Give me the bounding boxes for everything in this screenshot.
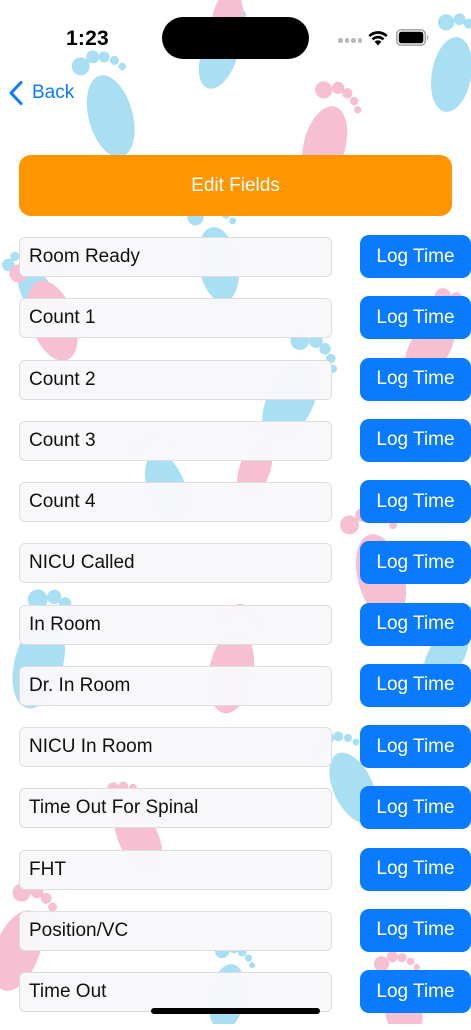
battery-icon <box>396 29 429 46</box>
field-label[interactable]: In Room <box>19 604 332 645</box>
field-label[interactable]: Room Ready <box>19 237 332 277</box>
cellular-signal-icon <box>338 38 362 43</box>
back-button[interactable]: Back <box>8 76 74 110</box>
log-time-button[interactable]: Log Time <box>360 725 471 768</box>
list-item: NICU In Room Log Time <box>0 724 471 785</box>
log-time-button[interactable]: Log Time <box>360 786 471 830</box>
field-label[interactable]: Time Out <box>19 972 332 1012</box>
list-item: FHT Log Time <box>0 847 471 908</box>
back-label: Back <box>32 82 75 103</box>
wifi-icon <box>368 31 388 46</box>
log-time-button[interactable]: Log Time <box>360 970 471 1013</box>
field-label[interactable]: Position/VC <box>19 910 332 951</box>
field-label[interactable]: FHT <box>19 849 332 890</box>
list-item: NICU Called Log Time <box>0 540 471 601</box>
list-item: Count 4 Log Time <box>0 479 471 540</box>
log-time-list: Room Ready Log Time Count 1 Log Time Cou… <box>0 234 471 1030</box>
field-label[interactable]: NICU In Room <box>19 727 332 767</box>
field-label[interactable]: NICU Called <box>19 543 332 584</box>
list-item: Dr. In Room Log Time <box>0 663 471 724</box>
list-item: Count 1 Log Time <box>0 295 471 356</box>
list-item: In Room Log Time <box>0 602 471 663</box>
list-item: Count 2 Log Time <box>0 357 471 418</box>
log-time-button[interactable]: Log Time <box>360 480 471 523</box>
log-time-button[interactable]: Log Time <box>360 235 471 278</box>
list-item: Time Out Log Time <box>0 969 471 1030</box>
status-time: 1:23 <box>66 27 109 50</box>
log-time-button[interactable]: Log Time <box>360 296 471 340</box>
field-label[interactable]: Count 3 <box>19 420 332 461</box>
log-time-button[interactable]: Log Time <box>360 908 471 952</box>
dynamic-island <box>162 17 309 59</box>
field-label[interactable]: Time Out For Spinal <box>19 788 332 829</box>
home-indicator <box>151 1008 320 1014</box>
chevron-left-icon <box>9 81 23 105</box>
field-label[interactable]: Count 4 <box>19 482 332 522</box>
list-item: Time Out For Spinal Log Time <box>0 785 471 846</box>
log-time-button[interactable]: Log Time <box>360 847 471 891</box>
field-label[interactable]: Count 1 <box>19 298 332 339</box>
field-label[interactable]: Count 2 <box>19 359 332 400</box>
list-item: Room Ready Log Time <box>0 234 471 295</box>
field-label[interactable]: Dr. In Room <box>19 665 332 706</box>
log-time-button[interactable]: Log Time <box>360 663 471 707</box>
edit-fields-button[interactable]: Edit Fields <box>19 155 452 216</box>
list-item: Count 3 Log Time <box>0 418 471 479</box>
log-time-button[interactable]: Log Time <box>360 541 471 585</box>
status-bar: 1:23 <box>0 0 471 70</box>
log-time-button[interactable]: Log Time <box>360 418 471 462</box>
list-item: Position/VC Log Time <box>0 908 471 969</box>
log-time-button[interactable]: Log Time <box>360 602 471 646</box>
log-time-button[interactable]: Log Time <box>360 357 471 401</box>
